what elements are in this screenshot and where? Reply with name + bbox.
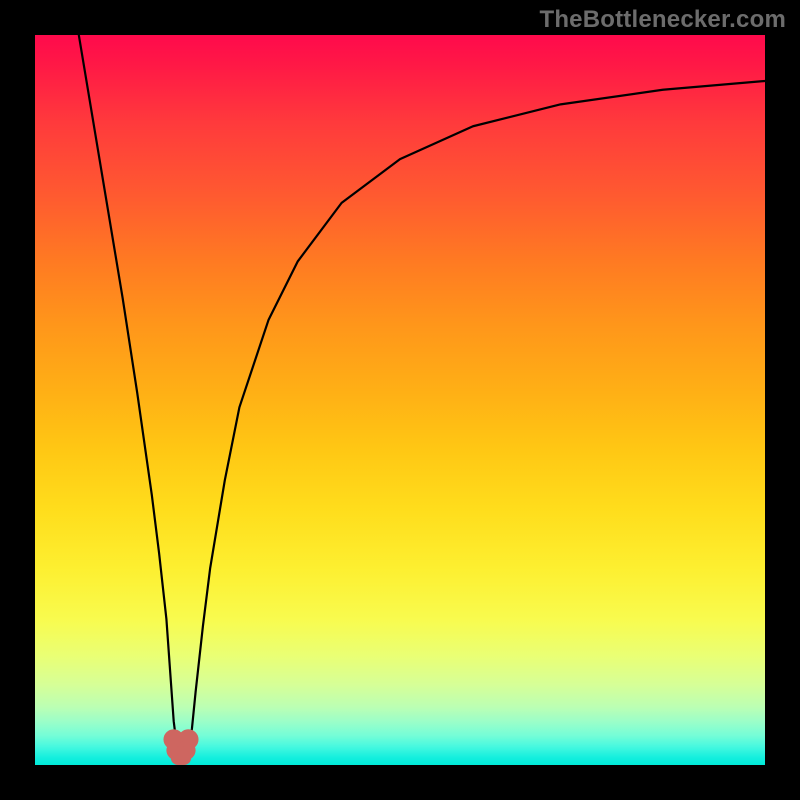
curve-polyline — [79, 35, 765, 758]
plot-area — [35, 35, 765, 765]
curve-layer — [35, 35, 765, 765]
bottleneck-curve — [79, 35, 765, 758]
min-marker-dot — [177, 750, 192, 765]
chart-frame: TheBottlenecker.com — [0, 0, 800, 800]
attribution-watermark: TheBottlenecker.com — [539, 6, 786, 34]
min-marker-cluster — [163, 729, 198, 765]
